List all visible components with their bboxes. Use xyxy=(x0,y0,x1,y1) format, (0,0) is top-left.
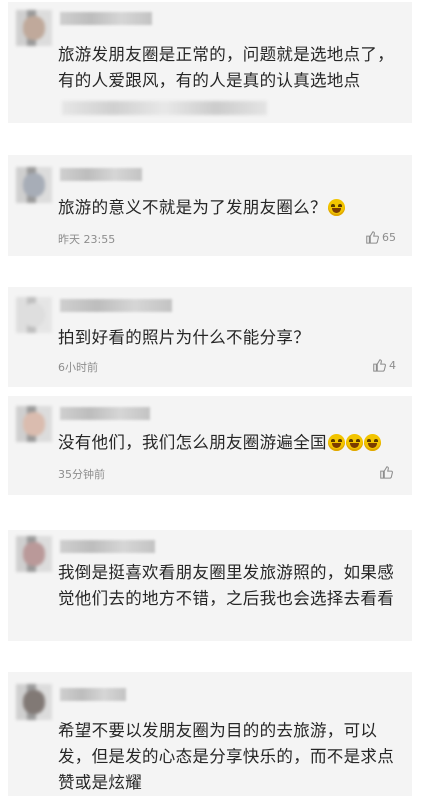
comment-card: 没有他们，我们怎么朋友圈游遍全国 35分钟前 xyxy=(8,396,412,495)
comment-text: 旅游的意义不就是为了发朋友圈么？ xyxy=(58,195,396,221)
comment-text: 旅游发朋友圈是正常的，问题就是选地点了，有的人爱跟风，有的人是真的认真选地点 xyxy=(58,42,396,120)
comment-text: 没有他们，我们怎么朋友圈游遍全国 xyxy=(58,430,396,456)
thumbs-up-icon xyxy=(380,466,393,479)
like-button[interactable] xyxy=(379,465,396,479)
redacted-text xyxy=(62,100,267,115)
comment-text: 我倒是挺喜欢看朋友圈里发旅游照的，如果感觉他们去的地方不错，之后我也会选择去看看 xyxy=(58,563,394,608)
grinning-emoji-icon xyxy=(363,434,381,451)
avatar[interactable] xyxy=(16,297,52,333)
comment-card: 拍到好看的照片为什么不能分享？ 6小时前 4 xyxy=(8,287,412,387)
thumbs-up-icon xyxy=(373,359,386,372)
avatar[interactable] xyxy=(16,684,52,720)
avatar[interactable] xyxy=(16,406,52,442)
like-count: 65 xyxy=(382,230,396,244)
comment-card: 我倒是挺喜欢看朋友圈里发旅游照的，如果感觉他们去的地方不错，之后我也会选择去看看 xyxy=(8,530,412,641)
thumbs-up-icon xyxy=(366,231,379,244)
username-redacted xyxy=(60,168,142,181)
username-redacted xyxy=(60,688,126,701)
comment-time: 35分钟前 xyxy=(58,468,105,481)
avatar[interactable] xyxy=(16,167,52,203)
comment-card: 旅游发朋友圈是正常的，问题就是选地点了，有的人爱跟风，有的人是真的认真选地点 xyxy=(8,2,412,123)
like-count: 4 xyxy=(389,358,396,372)
comment-time: 昨天 23:55 xyxy=(58,233,116,246)
username-redacted xyxy=(60,299,172,312)
grinning-emoji-icon xyxy=(327,434,345,451)
username-redacted xyxy=(60,540,155,553)
comment-card: 旅游的意义不就是为了发朋友圈么？ 昨天 23:55 65 xyxy=(8,155,412,256)
like-button[interactable]: 4 xyxy=(372,358,396,372)
like-button[interactable]: 65 xyxy=(365,230,396,244)
comment-time: 6小时前 xyxy=(58,361,98,374)
comment-text: 希望不要以发朋友圈为目的的去旅游，可以发，但是发的心态是分享快乐的，而不是求点赞… xyxy=(58,721,394,792)
laughing-emoji-icon xyxy=(327,199,345,216)
avatar[interactable] xyxy=(16,536,52,572)
comment-card: 希望不要以发朋友圈为目的的去旅游，可以发，但是发的心态是分享快乐的，而不是求点赞… xyxy=(8,672,412,796)
username-redacted xyxy=(60,407,150,420)
comment-text: 拍到好看的照片为什么不能分享？ xyxy=(58,328,310,347)
avatar[interactable] xyxy=(16,10,52,46)
username-redacted xyxy=(60,12,152,25)
grinning-emoji-icon xyxy=(345,434,363,451)
